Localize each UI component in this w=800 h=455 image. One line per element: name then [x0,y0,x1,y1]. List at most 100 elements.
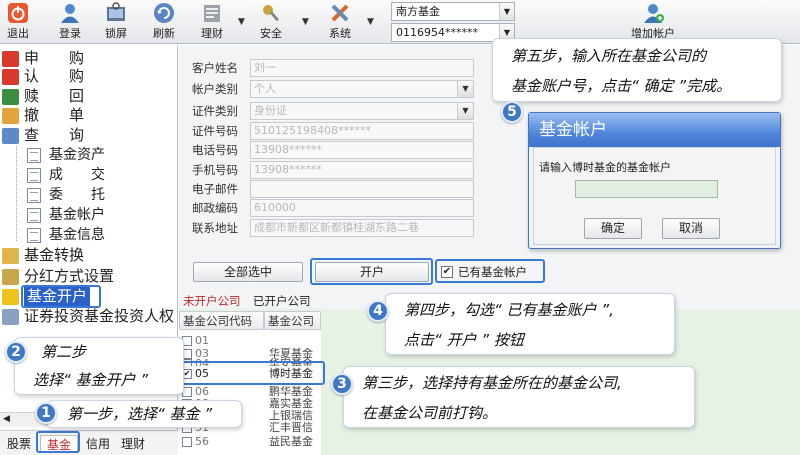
postal-code-field[interactable]: 610000 [250,199,474,217]
nav-sublabel: 基金资产 [49,147,105,163]
id-type-value: 身份证 [254,104,287,117]
ok-button[interactable]: 确定 [584,218,642,239]
security-menu-button[interactable]: 安全 [256,2,286,42]
system-menu-button[interactable]: 系统 [325,2,355,42]
column-header-company[interactable]: 基金公司 [264,311,321,330]
customer-name-label: 客户姓名 [192,61,238,75]
id-number-value: 510125198408****** [254,124,371,137]
postal-code-label: 邮政编码 [192,201,238,215]
security-dropdown-arrow-icon[interactable]: ▼ [302,17,309,27]
tab-stock[interactable]: 股票 [4,435,34,453]
finance-dropdown-arrow-icon[interactable]: ▼ [238,17,245,27]
column-header-code[interactable]: 基金公司代码 [179,311,264,330]
phone-label: 电话号码 [192,143,238,157]
row-company: 汇丰晋信 [269,421,313,434]
nav-label: 基金转换 [24,246,85,264]
address-label: 联系地址 [192,221,238,235]
scroll-left-icon[interactable]: ◀ [3,414,10,424]
system-dropdown-arrow-icon[interactable]: ▼ [367,17,374,27]
account-type-value: 个人 [254,82,276,95]
account-select-value: 0116954****** [396,26,478,39]
phone-field[interactable]: 13908****** [250,141,474,159]
lock-screen-button[interactable]: 锁屏 [101,2,131,42]
finance-menu-button[interactable]: 理财 [197,2,227,42]
buy-icon [2,51,19,67]
login-button[interactable]: 登录 [55,2,85,42]
company-select[interactable]: 南方基金 ▼ [391,2,515,21]
step2-number-badge: 2 [5,341,27,363]
transfer-icon [2,248,19,264]
table-row[interactable]: 56 益民基金 [179,436,320,448]
lock-screen-label: 锁屏 [105,27,127,40]
account-type-select[interactable]: 个人 ▼ [250,80,474,98]
step5-number-badge: 5 [501,101,523,123]
address-field[interactable]: 成都市新都区新都镇桂湖东路二巷 [250,219,474,237]
document-icon [27,188,41,203]
row-checkbox[interactable] [182,437,192,447]
system-label: 系统 [329,27,351,40]
dialog-title: 基金帐户 [529,113,780,147]
tab-unopened-companies[interactable]: 未开户公司 [183,293,241,309]
step1-number-badge: 1 [35,402,57,424]
table-row[interactable]: 01 [179,335,320,347]
tab-wealth[interactable]: 理财 [118,435,148,453]
mobile-field[interactable]: 13908****** [250,161,474,179]
lock-screen-icon [105,2,127,24]
mobile-label: 手机号码 [192,163,238,177]
address-value: 成都市新都区新都镇桂湖东路二巷 [254,221,419,234]
id-number-field[interactable]: 510125198408****** [250,122,474,140]
chevron-down-icon: ▼ [457,81,473,97]
callout-step5: 第五步，输入所在基金公司的 基金账户号，点击“ 确定 ”完成。 [492,38,782,102]
exit-label: 退出 [7,27,29,40]
id-type-select[interactable]: 身份证 ▼ [250,102,474,120]
callout-step1: 第一步，选择“ 基金 ” [46,400,242,428]
cancel-button[interactable]: 取消 [662,218,720,239]
refresh-button[interactable]: 刷新 [149,2,179,42]
nav-label: 证券投资基金投资人权 [24,307,175,325]
nav-sublabel: 基金信息 [49,227,105,243]
finance-icon [201,2,223,24]
exit-button[interactable]: 退出 [3,2,33,42]
callout-step2-line1: 第二步 [41,343,87,361]
document-icon [27,228,41,243]
mobile-value: 13908****** [254,163,322,176]
phone-value: 13908****** [254,143,322,156]
sell-icon [2,89,19,105]
customer-name-value: 刘一 [254,61,276,74]
selected-row-highlight [175,361,325,385]
buy-icon [2,69,19,85]
select-all-button[interactable]: 全部选中 [193,262,303,282]
finance-label: 理财 [201,27,223,40]
fund-account-dialog: 基金帐户 请输入博时基金的基金帐户 确定 取消 [528,112,781,249]
callout-step4: 第四步，勾选“ 已有基金账户 ”, 点击“ 开户 ” 按钮 [385,293,675,355]
company-select-value: 南方基金 [396,5,440,18]
nav-label: 分红方式设置 [24,267,115,285]
callout-step4-line2: 点击“ 开户 ” 按钮 [404,331,524,349]
document-icon [27,208,41,223]
fund-tab-highlight [36,431,80,453]
tab-opened-companies[interactable]: 已开户公司 [253,293,311,309]
callout-step1-text: 第一步，选择“ 基金 ” [67,405,213,423]
row-code: 01 [195,334,209,347]
add-account-button[interactable]: 增加帐户 [627,2,679,42]
email-label: 电子邮件 [192,182,238,196]
nav-item-investor-rights[interactable]: 证券投资基金投资人权 [0,307,178,326]
open-button-highlight [310,258,433,285]
document-icon [27,148,41,163]
step4-number-badge: 4 [367,300,389,322]
tab-credit[interactable]: 信用 [84,435,112,453]
id-type-label: 证件类别 [192,104,238,118]
user-icon [59,2,81,24]
login-label: 登录 [59,27,81,40]
email-field[interactable] [250,180,474,198]
nav-label: 申 购 [24,49,85,67]
chevron-down-icon: ▼ [499,3,514,20]
fund-account-input[interactable] [575,180,718,198]
nav-sublabel: 委 托 [49,187,105,203]
callout-step2-line2: 选择“ 基金开户 ” [33,371,149,389]
row-company: 益民基金 [269,435,313,448]
callout-step4-line1: 第四步，勾选“ 已有基金账户 ”, [404,301,614,319]
document-icon [27,168,41,183]
customer-name-field[interactable]: 刘一 [250,59,474,77]
callout-step3-line1: 第三步，选择持有基金所在的基金公司, [362,374,622,392]
